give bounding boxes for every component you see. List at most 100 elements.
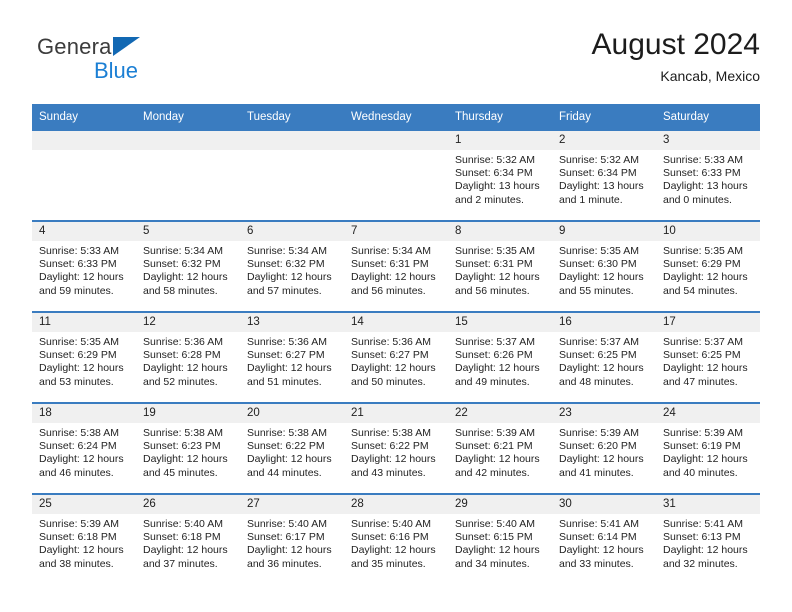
page-header: General Blue August 2024 Kancab, Mexico xyxy=(32,26,760,94)
calendar-day-cell[interactable]: 23 Sunrise: 5:39 AM Sunset: 6:20 PM Dayligh… xyxy=(552,402,656,494)
daylight-text-line2: and 51 minutes. xyxy=(247,375,322,388)
calendar-day-cell[interactable]: 12 Sunrise: 5:36 AM Sunset: 6:28 PM Dayligh… xyxy=(136,311,240,403)
sunrise-text: Sunrise: 5:39 AM xyxy=(39,518,119,530)
sunset-text: Sunset: 6:27 PM xyxy=(351,349,429,362)
general-blue-logo[interactable]: General Blue xyxy=(37,34,257,94)
calendar-day-cell[interactable]: 5 Sunrise: 5:34 AM Sunset: 6:32 PM Daylight… xyxy=(136,220,240,312)
sunset-text: Sunset: 6:31 PM xyxy=(351,258,429,271)
calendar-day-cell[interactable]: 11 Sunrise: 5:35 AM Sunset: 6:29 PM Dayligh… xyxy=(32,311,136,403)
day-details: Sunrise: 5:33 AM Sunset: 6:33 PM Daylight:… xyxy=(32,241,136,298)
day-cell-inner: 24 Sunrise: 5:39 AM Sunset: 6:19 PM Dayligh… xyxy=(656,404,760,493)
day-number: 31 xyxy=(656,495,760,514)
calendar-day-cell[interactable]: 7 Sunrise: 5:34 AM Sunset: 6:31 PM Daylight… xyxy=(344,220,448,312)
calendar-day-cell[interactable]: 18 Sunrise: 5:38 AM Sunset: 6:24 PM Dayligh… xyxy=(32,402,136,494)
calendar-day-cell[interactable]: 3 Sunrise: 5:33 AM Sunset: 6:33 PM Daylight… xyxy=(656,129,760,221)
calendar-day-cell[interactable]: 6 Sunrise: 5:34 AM Sunset: 6:32 PM Daylight… xyxy=(240,220,344,312)
day-details: Sunrise: 5:41 AM Sunset: 6:13 PM Daylight:… xyxy=(656,514,760,571)
calendar-week-row: 25 Sunrise: 5:39 AM Sunset: 6:18 PM Dayligh… xyxy=(32,493,760,584)
daylight-text-line1: Daylight: 13 hours xyxy=(663,180,748,193)
day-details: Sunrise: 5:40 AM Sunset: 6:15 PM Daylight:… xyxy=(448,514,552,571)
day-cell-inner: 11 Sunrise: 5:35 AM Sunset: 6:29 PM Dayligh… xyxy=(32,313,136,402)
day-cell-inner: 4 Sunrise: 5:33 AM Sunset: 6:33 PM Daylight… xyxy=(32,222,136,311)
day-cell-inner: 21 Sunrise: 5:38 AM Sunset: 6:22 PM Dayligh… xyxy=(344,404,448,493)
calendar-day-cell[interactable]: 21 Sunrise: 5:38 AM Sunset: 6:22 PM Dayligh… xyxy=(344,402,448,494)
calendar-day-cell-empty xyxy=(32,129,136,221)
calendar-day-cell[interactable]: 30 Sunrise: 5:41 AM Sunset: 6:14 PM Dayligh… xyxy=(552,493,656,584)
calendar-day-cell[interactable]: 24 Sunrise: 5:39 AM Sunset: 6:19 PM Dayligh… xyxy=(656,402,760,494)
daylight-text-line1: Daylight: 12 hours xyxy=(351,362,436,375)
day-number: 13 xyxy=(240,313,344,332)
day-details: Sunrise: 5:38 AM Sunset: 6:22 PM Daylight:… xyxy=(344,423,448,480)
calendar-week-row: 11 Sunrise: 5:35 AM Sunset: 6:29 PM Dayligh… xyxy=(32,311,760,403)
calendar-day-cell[interactable]: 15 Sunrise: 5:37 AM Sunset: 6:26 PM Dayligh… xyxy=(448,311,552,403)
calendar-day-cell[interactable]: 29 Sunrise: 5:40 AM Sunset: 6:15 PM Dayligh… xyxy=(448,493,552,584)
day-details: Sunrise: 5:39 AM Sunset: 6:20 PM Daylight:… xyxy=(552,423,656,480)
calendar-day-cell[interactable]: 22 Sunrise: 5:39 AM Sunset: 6:21 PM Dayligh… xyxy=(448,402,552,494)
day-cell-inner: 3 Sunrise: 5:33 AM Sunset: 6:33 PM Daylight… xyxy=(656,131,760,220)
sunset-text: Sunset: 6:26 PM xyxy=(455,349,533,362)
day-details: Sunrise: 5:40 AM Sunset: 6:16 PM Daylight:… xyxy=(344,514,448,571)
day-number: 15 xyxy=(448,313,552,332)
day-details: Sunrise: 5:37 AM Sunset: 6:25 PM Daylight:… xyxy=(552,332,656,389)
calendar-day-cell[interactable]: 2 Sunrise: 5:32 AM Sunset: 6:34 PM Daylight… xyxy=(552,129,656,221)
daylight-text-line1: Daylight: 12 hours xyxy=(351,453,436,466)
daylight-text-line2: and 56 minutes. xyxy=(455,284,530,297)
calendar-day-cell[interactable]: 1 Sunrise: 5:32 AM Sunset: 6:34 PM Daylight… xyxy=(448,129,552,221)
weekday-header-sunday: Sunday xyxy=(32,104,136,130)
calendar-day-cell[interactable]: 17 Sunrise: 5:37 AM Sunset: 6:25 PM Dayligh… xyxy=(656,311,760,403)
calendar-day-cell[interactable]: 4 Sunrise: 5:33 AM Sunset: 6:33 PM Daylight… xyxy=(32,220,136,312)
calendar-day-cell[interactable]: 27 Sunrise: 5:40 AM Sunset: 6:17 PM Dayligh… xyxy=(240,493,344,584)
calendar-day-cell[interactable]: 26 Sunrise: 5:40 AM Sunset: 6:18 PM Dayligh… xyxy=(136,493,240,584)
calendar-grid: Sunday Monday Tuesday Wednesday Thursday Frid… xyxy=(32,104,760,584)
daylight-text-line2: and 44 minutes. xyxy=(247,466,322,479)
daylight-text-line1: Daylight: 12 hours xyxy=(455,453,540,466)
sunset-text: Sunset: 6:29 PM xyxy=(39,349,117,362)
daylight-text-line1: Daylight: 12 hours xyxy=(663,544,748,557)
day-number: 1 xyxy=(448,131,552,150)
sunrise-text: Sunrise: 5:39 AM xyxy=(559,427,639,439)
day-cell-inner: 13 Sunrise: 5:36 AM Sunset: 6:27 PM Dayligh… xyxy=(240,313,344,402)
daylight-text-line2: and 50 minutes. xyxy=(351,375,426,388)
sunset-text: Sunset: 6:31 PM xyxy=(455,258,533,271)
day-details: Sunrise: 5:39 AM Sunset: 6:21 PM Daylight:… xyxy=(448,423,552,480)
sunset-text: Sunset: 6:19 PM xyxy=(663,440,741,453)
calendar-day-cell[interactable]: 8 Sunrise: 5:35 AM Sunset: 6:31 PM Daylight… xyxy=(448,220,552,312)
day-number: 27 xyxy=(240,495,344,514)
weekday-header-saturday: Saturday xyxy=(656,104,760,130)
daylight-text-line1: Daylight: 12 hours xyxy=(39,544,124,557)
daylight-text-line2: and 54 minutes. xyxy=(663,284,738,297)
sunrise-text: Sunrise: 5:38 AM xyxy=(143,427,223,439)
calendar-day-cell[interactable]: 31 Sunrise: 5:41 AM Sunset: 6:13 PM Dayligh… xyxy=(656,493,760,584)
sunset-text: Sunset: 6:29 PM xyxy=(663,258,741,271)
day-details: Sunrise: 5:33 AM Sunset: 6:33 PM Daylight:… xyxy=(656,150,760,207)
calendar-day-cell[interactable]: 16 Sunrise: 5:37 AM Sunset: 6:25 PM Dayligh… xyxy=(552,311,656,403)
calendar-day-cell[interactable]: 19 Sunrise: 5:38 AM Sunset: 6:23 PM Dayligh… xyxy=(136,402,240,494)
calendar-day-cell[interactable]: 10 Sunrise: 5:35 AM Sunset: 6:29 PM Dayligh… xyxy=(656,220,760,312)
daylight-text-line2: and 40 minutes. xyxy=(663,466,738,479)
calendar-day-cell[interactable]: 13 Sunrise: 5:36 AM Sunset: 6:27 PM Dayligh… xyxy=(240,311,344,403)
day-cell-inner: 22 Sunrise: 5:39 AM Sunset: 6:21 PM Dayligh… xyxy=(448,404,552,493)
day-number: 11 xyxy=(32,313,136,332)
day-details: Sunrise: 5:35 AM Sunset: 6:31 PM Daylight:… xyxy=(448,241,552,298)
day-number: 17 xyxy=(656,313,760,332)
day-number: 4 xyxy=(32,222,136,241)
day-cell-inner: 9 Sunrise: 5:35 AM Sunset: 6:30 PM Daylight… xyxy=(552,222,656,311)
calendar-day-cell[interactable]: 9 Sunrise: 5:35 AM Sunset: 6:30 PM Daylight… xyxy=(552,220,656,312)
day-details: Sunrise: 5:37 AM Sunset: 6:26 PM Daylight:… xyxy=(448,332,552,389)
daylight-text-line2: and 53 minutes. xyxy=(39,375,114,388)
calendar-day-cell[interactable]: 25 Sunrise: 5:39 AM Sunset: 6:18 PM Dayligh… xyxy=(32,493,136,584)
day-cell-inner: 1 Sunrise: 5:32 AM Sunset: 6:34 PM Daylight… xyxy=(448,131,552,220)
sunset-text: Sunset: 6:18 PM xyxy=(143,531,221,544)
daylight-text-line2: and 48 minutes. xyxy=(559,375,634,388)
day-number: 24 xyxy=(656,404,760,423)
day-number: 6 xyxy=(240,222,344,241)
weekday-header-wednesday: Wednesday xyxy=(344,104,448,130)
day-number xyxy=(136,131,240,150)
calendar-day-cell[interactable]: 14 Sunrise: 5:36 AM Sunset: 6:27 PM Dayligh… xyxy=(344,311,448,403)
daylight-text-line1: Daylight: 12 hours xyxy=(247,362,332,375)
sunrise-text: Sunrise: 5:35 AM xyxy=(39,336,119,348)
daylight-text-line1: Daylight: 13 hours xyxy=(455,180,540,193)
calendar-day-cell[interactable]: 28 Sunrise: 5:40 AM Sunset: 6:16 PM Dayligh… xyxy=(344,493,448,584)
calendar-day-cell[interactable]: 20 Sunrise: 5:38 AM Sunset: 6:22 PM Dayligh… xyxy=(240,402,344,494)
day-number: 25 xyxy=(32,495,136,514)
